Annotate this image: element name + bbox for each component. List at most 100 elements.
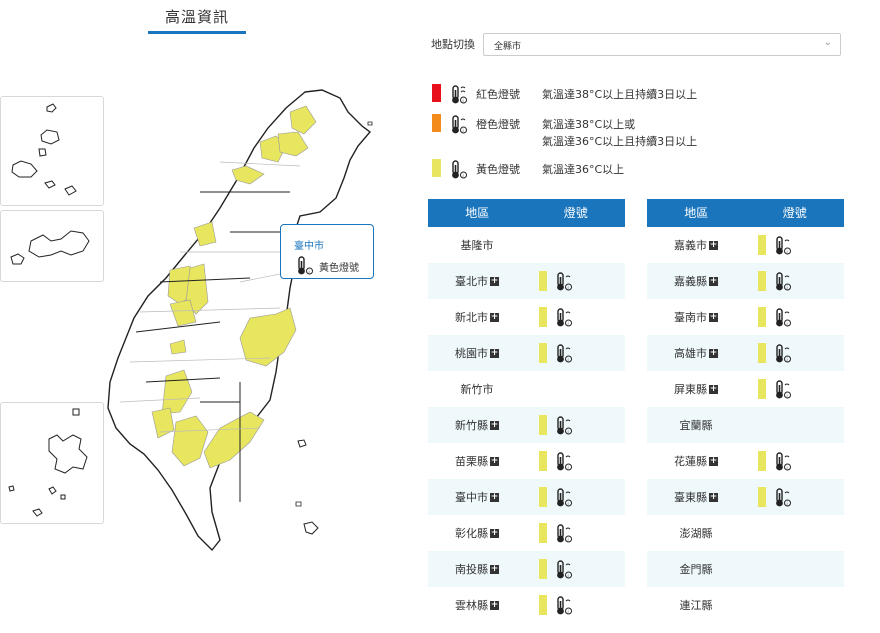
signal-cell: i	[745, 263, 844, 299]
signal-cell: i	[745, 227, 844, 263]
yellow-signal-bar	[539, 595, 547, 615]
region-name: 屏東縣	[674, 383, 707, 396]
region-name-cell[interactable]: 高雄市 +	[647, 345, 745, 361]
region-name-cell[interactable]: 嘉義市 +	[647, 237, 745, 253]
signal-cell	[745, 407, 844, 443]
svg-text:i: i	[568, 429, 569, 434]
table-body-right: 嘉義市 + i 嘉義縣 + i 臺南市 + i 高雄市 + i 屏東縣 + i 宜蘭縣 花蓮縣 + i 臺東縣 + i 澎湖…	[647, 227, 844, 623]
table-row: 臺南市 + i	[647, 299, 844, 335]
region-name-cell[interactable]: 臺東縣 +	[647, 489, 745, 505]
region-name: 新竹市	[460, 383, 494, 396]
signal-cell: i	[526, 407, 625, 443]
region-table-left: 地區 燈號 基隆市 臺北市 + i 新北市 + i 桃園市 + i 新竹市 新竹縣 + i 苗栗縣 + i 臺中市…	[428, 199, 625, 623]
tooltip-signal: 黃色燈號	[319, 263, 359, 274]
region-name-cell[interactable]: 新北市 +	[428, 309, 526, 325]
svg-text:i: i	[463, 98, 464, 103]
expand-plus-icon[interactable]: +	[490, 528, 499, 538]
svg-text:i: i	[787, 357, 788, 362]
region-name: 彰化縣	[455, 527, 488, 540]
thermometer-warning-icon: i	[449, 114, 469, 139]
legend-red-desc: 氣溫達38°C以上且持續3日以上	[542, 88, 698, 101]
svg-text:i: i	[568, 573, 569, 578]
region-name-cell[interactable]: 桃園市 +	[428, 345, 526, 361]
page-title-block: 高溫資訊	[148, 6, 246, 34]
expand-plus-icon[interactable]: +	[709, 456, 718, 466]
chevron-down-icon: ⌄	[823, 36, 832, 48]
inset-map-penghu[interactable]	[0, 402, 104, 524]
region-name-cell: 新竹市	[428, 381, 526, 397]
expand-plus-icon[interactable]: +	[709, 240, 718, 250]
signal-cell: i	[526, 479, 625, 515]
region-name-cell: 金門縣	[647, 561, 745, 577]
region-name-cell[interactable]: 屏東縣 +	[647, 381, 745, 397]
region-name-cell[interactable]: 新竹縣 +	[428, 417, 526, 433]
signal-cell: i	[526, 443, 625, 479]
signal-cell: i	[526, 551, 625, 587]
expand-plus-icon[interactable]: +	[709, 312, 718, 322]
region-name-cell[interactable]: 苗栗縣 +	[428, 453, 526, 469]
region-name-cell[interactable]: 臺北市 +	[428, 273, 526, 289]
location-select[interactable]: 全縣市 ⌄	[483, 32, 841, 56]
expand-plus-icon[interactable]: +	[490, 564, 499, 574]
region-name-cell[interactable]: 雲林縣 +	[428, 597, 526, 613]
legend-orange-desc: 氣溫達38°C以上或 氣溫達36°C以上且持續3日以上	[542, 116, 697, 150]
signal-cell: i	[526, 263, 625, 299]
thermometer-icon: i	[554, 559, 574, 584]
region-name: 基隆市	[460, 239, 494, 252]
thermometer-icon: i	[554, 487, 574, 512]
expand-plus-icon[interactable]: +	[490, 600, 499, 610]
svg-text:i: i	[568, 537, 569, 542]
expand-plus-icon[interactable]: +	[490, 456, 499, 466]
location-label: 地點切換	[431, 38, 475, 51]
region-name: 花蓮縣	[674, 455, 707, 468]
expand-plus-icon[interactable]: +	[490, 312, 499, 322]
thermometer-icon: i	[773, 451, 793, 476]
yellow-signal-bar	[539, 451, 547, 471]
region-table-right: 地區 燈號 嘉義市 + i 嘉義縣 + i 臺南市 + i 高雄市 + i 屏東縣 + i 宜蘭縣 花蓮縣 + i 臺…	[647, 199, 844, 623]
table-row: 宜蘭縣	[647, 407, 844, 443]
header-signal: 燈號	[782, 206, 807, 220]
region-name-cell[interactable]: 南投縣 +	[428, 561, 526, 577]
orchid-island[interactable]	[302, 520, 320, 536]
region-name-cell[interactable]: 臺中市 +	[428, 489, 526, 505]
expand-plus-icon[interactable]: +	[709, 492, 718, 502]
inset-map-kinmen[interactable]	[0, 210, 104, 282]
table-row: 臺北市 + i	[428, 263, 625, 299]
taiwan-map[interactable]	[0, 60, 420, 633]
inset-map-matsu[interactable]	[0, 96, 104, 206]
table-row: 澎湖縣	[647, 515, 844, 551]
expand-plus-icon[interactable]: +	[490, 420, 499, 430]
region-name-cell[interactable]: 臺南市 +	[647, 309, 745, 325]
signal-cell: i	[745, 443, 844, 479]
yellow-signal-bar	[758, 451, 766, 471]
table-row: 嘉義市 + i	[647, 227, 844, 263]
expand-plus-icon[interactable]: +	[709, 276, 718, 286]
signal-cell: i	[526, 335, 625, 371]
thermometer-icon: i	[773, 307, 793, 332]
table-row: 雲林縣 + i	[428, 587, 625, 623]
taiwan-main-island[interactable]	[100, 82, 390, 552]
region-name-cell[interactable]: 彰化縣 +	[428, 525, 526, 541]
svg-text:i: i	[787, 249, 788, 254]
region-name-cell[interactable]: 花蓮縣 +	[647, 453, 745, 469]
svg-text:i: i	[787, 501, 788, 506]
svg-text:i: i	[463, 128, 464, 133]
green-island[interactable]	[296, 438, 308, 450]
svg-text:i: i	[787, 285, 788, 290]
thermometer-icon: i	[773, 487, 793, 512]
legend-red-swatch	[432, 84, 441, 102]
yellow-signal-bar	[758, 271, 766, 291]
expand-plus-icon[interactable]: +	[709, 384, 718, 394]
thermometer-icon: i	[554, 523, 574, 548]
thermometer-icon: i	[449, 159, 469, 184]
region-name-cell[interactable]: 嘉義縣 +	[647, 273, 745, 289]
thermometer-icon: i	[554, 307, 574, 332]
yellow-signal-bar	[539, 271, 547, 291]
expand-plus-icon[interactable]: +	[490, 348, 499, 358]
svg-text:i: i	[463, 173, 464, 178]
expand-plus-icon[interactable]: +	[709, 348, 718, 358]
expand-plus-icon[interactable]: +	[490, 492, 499, 502]
region-name: 嘉義市	[674, 239, 707, 252]
region-name: 雲林縣	[455, 599, 488, 612]
expand-plus-icon[interactable]: +	[490, 276, 499, 286]
